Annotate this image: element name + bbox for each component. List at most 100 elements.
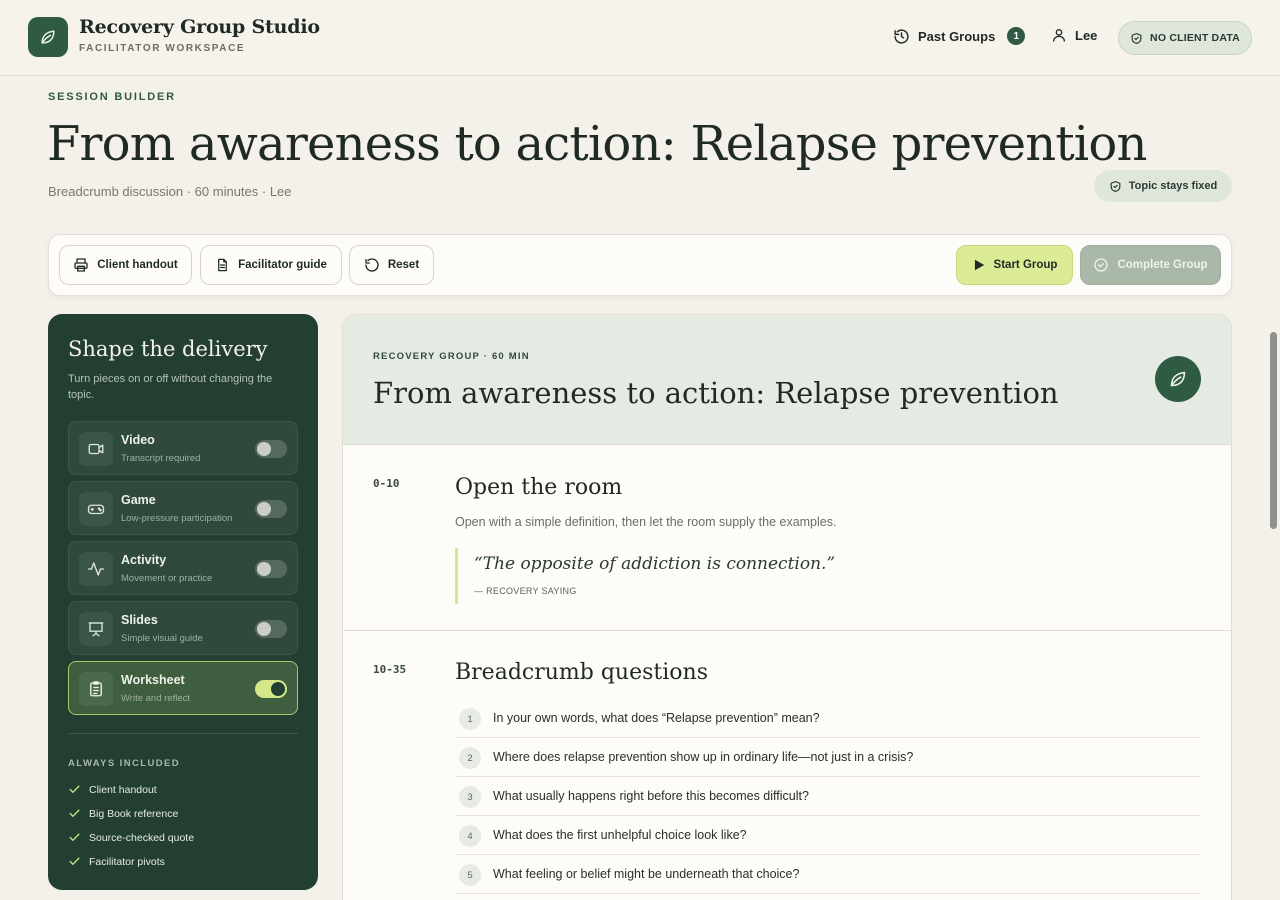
section-time: 0-10 [373,477,400,490]
always-included-title: ALWAYS INCLUDED [68,758,180,769]
option-label: Video [121,433,155,447]
option-activity[interactable]: Activity Movement or practice [68,541,298,595]
privacy-badge-label: NO CLIENT DATA [1150,32,1240,44]
top-bar: Recovery Group Studio FACILITATOR WORKSP… [0,0,1280,76]
question-row: 5 What feeling or belief might be undern… [455,855,1201,894]
check-icon [69,833,80,841]
video-icon [79,432,113,466]
past-groups-count-badge: 1 [1007,27,1026,45]
activity-toggle[interactable] [255,560,287,578]
page-title: From awareness to action: Relapse preven… [47,116,1147,172]
session-card: RECOVERY GROUP · 60 MIN From awareness t… [342,314,1232,900]
slides-toggle[interactable] [255,620,287,638]
sidebar-divider [68,733,298,734]
session-eyebrow: RECOVERY GROUP · 60 MIN [373,351,530,362]
client-handout-label: Client handout [97,259,178,271]
page-eyebrow: SESSION BUILDER [48,91,176,103]
question-row: 3 What usually happens right before this… [455,777,1201,816]
question-text: What usually happens right before this b… [493,789,809,803]
facilitator-guide-label: Facilitator guide [238,259,327,271]
sidebar-description: Turn pieces on or off without changing t… [68,373,273,401]
always-included-item: Facilitator pivots [68,855,165,868]
game-toggle[interactable] [255,500,287,518]
option-label: Worksheet [121,673,185,687]
check-icon [69,785,80,793]
reset-button[interactable]: Reset [349,245,434,285]
section-title: Breadcrumb questions [455,660,708,685]
shield-check-icon [1110,180,1121,192]
question-number: 5 [459,864,481,886]
section-divider [343,630,1231,631]
brand-subtitle: FACILITATOR WORKSPACE [79,43,246,54]
question-number: 4 [459,825,481,847]
sidebar-title: Shape the delivery [68,337,268,361]
facilitator-guide-button[interactable]: Facilitator guide [200,245,342,285]
past-groups-label: Past Groups [918,28,996,44]
quote-block: “The opposite of addiction is connection… [455,548,955,604]
section-text: Open with a simple definition, then let … [455,515,837,529]
page-meta: Breadcrumb discussion · 60 minutes · Lee [48,184,292,199]
client-handout-button[interactable]: Client handout [59,245,192,285]
clipboard-icon [79,672,113,706]
question-number: 3 [459,786,481,808]
always-included-item: Big Book reference [68,807,178,820]
delivery-sidebar: Shape the delivery Turn pieces on or off… [48,314,318,890]
option-slides[interactable]: Slides Simple visual guide [68,601,298,655]
printer-icon [74,258,88,272]
privacy-badge: NO CLIENT DATA [1118,21,1252,55]
reset-label: Reset [387,259,420,271]
question-row: 2 Where does relapse prevention show up … [455,738,1201,777]
start-group-label: Start Group [993,259,1058,271]
topic-fixed-badge: Topic stays fixed [1094,170,1232,202]
section-title: Open the room [455,475,623,500]
leaf-icon [41,30,55,44]
past-groups-button[interactable]: Past Groups 1 [893,27,1026,45]
option-game[interactable]: Game Low-pressure participation [68,481,298,535]
play-icon [974,259,984,271]
user-icon [1053,29,1065,42]
option-label: Slides [121,613,158,627]
check-circle-icon [1094,258,1109,272]
complete-group-button[interactable]: Complete Group [1080,245,1221,285]
option-worksheet[interactable]: Worksheet Write and reflect [68,661,298,715]
option-sub: Low-pressure participation [121,513,233,524]
video-toggle[interactable] [255,440,287,458]
activity-icon [79,552,113,586]
question-text: In your own words, what does “Relapse pr… [493,711,820,725]
worksheet-toggle[interactable] [255,680,287,698]
history-icon [894,28,909,44]
check-icon [69,809,80,817]
question-number: 2 [459,747,481,769]
question-text: What does the first unhelpful choice loo… [493,828,747,842]
session-logo [1155,356,1201,402]
option-label: Activity [121,553,167,567]
question-number: 1 [459,708,481,730]
topic-fixed-label: Topic stays fixed [1128,180,1218,192]
option-sub: Movement or practice [121,573,213,584]
option-label: Game [121,493,156,507]
always-included-item: Source-checked quote [68,831,194,844]
page-scrollbar[interactable] [1270,332,1277,529]
session-title: From awareness to action: Relapse preven… [373,376,1059,410]
section-time: 10-35 [373,663,407,676]
user-name: Lee [1075,27,1098,43]
option-sub: Write and reflect [121,693,190,704]
gamepad-icon [79,492,113,526]
brand-logo[interactable] [28,17,68,57]
shield-check-icon [1131,32,1142,44]
brand-title: Recovery Group Studio [79,16,320,38]
user-menu-button[interactable]: Lee [1051,27,1097,43]
option-video[interactable]: Video Transcript required [68,421,298,475]
quote-attribution: — RECOVERY SAYING [474,586,577,596]
quote-text: “The opposite of addiction is connection… [474,554,836,574]
start-group-button[interactable]: Start Group [956,245,1073,285]
complete-group-label: Complete Group [1117,259,1208,271]
reset-icon [365,258,379,272]
option-sub: Simple visual guide [121,633,203,644]
question-text: Where does relapse prevention show up in… [493,750,914,764]
question-text: What feeling or belief might be undernea… [493,867,800,881]
always-included-item: Client handout [68,783,157,796]
question-row: 1 In your own words, what does “Relapse … [455,699,1201,738]
document-icon [218,258,227,272]
option-sub: Transcript required [121,453,201,464]
